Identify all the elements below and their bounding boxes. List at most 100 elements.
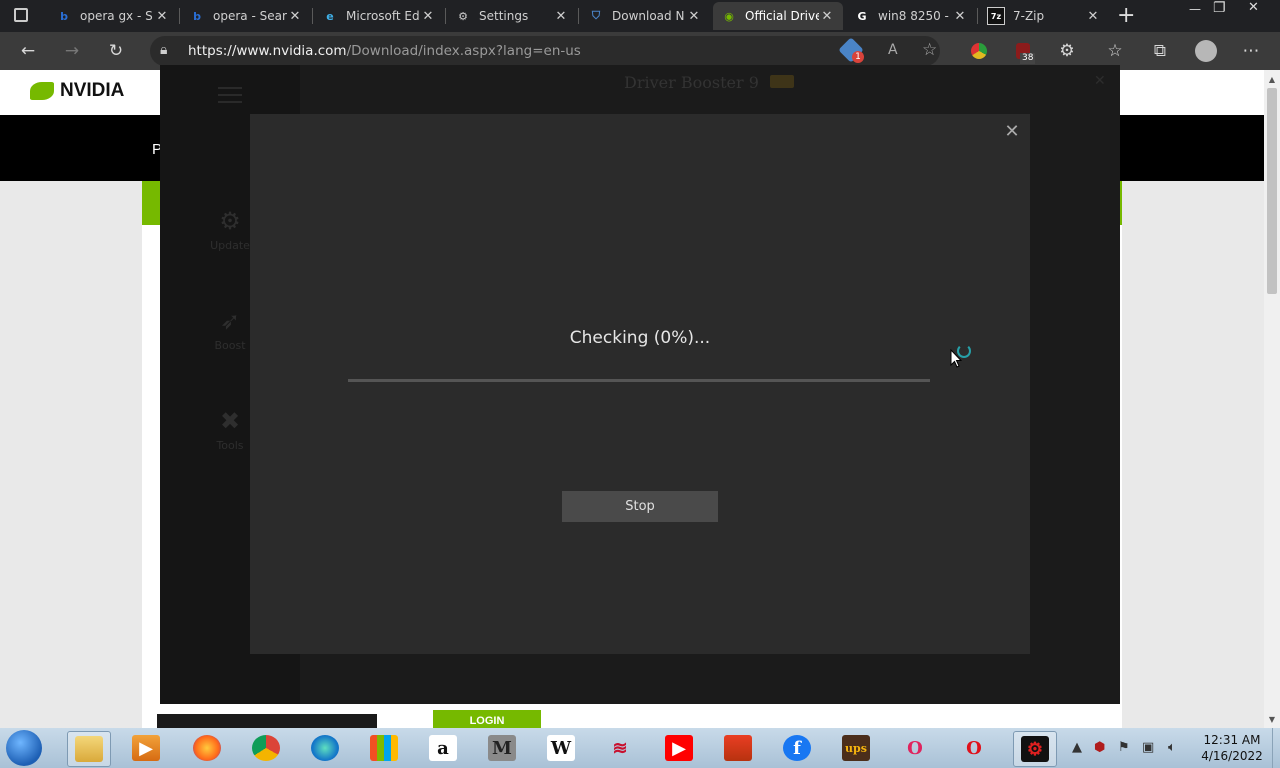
firefox-app-icon[interactable] [187, 732, 227, 764]
m-app-app-icon[interactable]: M [482, 732, 522, 764]
browser-tab[interactable]: 7z 7-Zip ✕ [979, 2, 1109, 30]
file-explorer-app-icon[interactable] [67, 731, 111, 767]
notification-badge: 1 [852, 51, 864, 63]
file-explorer-icon [75, 736, 103, 762]
new-tab-button[interactable]: + [1117, 3, 1135, 28]
browser-tab[interactable]: b opera - Sear ✕ [181, 2, 311, 30]
tab-actions-icon[interactable] [14, 8, 28, 22]
volume-muted-icon[interactable]: 🔈︎ [1168, 740, 1176, 755]
system-tray: ▲ ⬢ ⚑ ▣ 🔈︎ [1068, 728, 1198, 768]
tab-close-icon[interactable]: ✕ [1085, 9, 1101, 24]
nav-tools-label: Tools [216, 439, 244, 452]
scroll-down-arrow[interactable]: ▼ [1264, 712, 1280, 728]
forward-arrow-icon[interactable]: → [61, 40, 83, 62]
browser-tab[interactable]: Gwin8 8250 - ✕ [846, 2, 976, 30]
back-arrow-icon[interactable]: ← [17, 40, 39, 62]
media-player-icon: ▶ [132, 735, 160, 761]
tab-close-icon[interactable]: ✕ [952, 9, 968, 24]
restore-button[interactable]: ❐ [1213, 0, 1226, 16]
media-player-app-icon[interactable]: ▶ [126, 732, 166, 764]
browser-tab-strip: b opera gx - S ✕ b opera - Sear ✕ e Microsoft E… [0, 0, 1280, 32]
wikipedia-app-icon[interactable]: W [541, 732, 581, 764]
hamburger-menu-icon[interactable] [218, 87, 242, 103]
ups-app-icon[interactable]: ups [836, 732, 876, 764]
store-app-icon[interactable] [364, 732, 404, 764]
tab-close-icon[interactable]: ✕ [154, 9, 170, 24]
facebook-icon: f [783, 735, 811, 761]
refresh-icon[interactable]: ↻ [105, 40, 127, 62]
nav-boost-label: Boost [214, 339, 246, 352]
edge-icon [311, 735, 339, 761]
developer-banner [157, 714, 377, 728]
read-aloud-icon[interactable]: A [888, 42, 898, 58]
tab-separator [312, 8, 313, 24]
extensions-puzzle-icon[interactable]: ⚙ [1056, 40, 1078, 62]
nvidia-logo-text: NVIDIA [60, 80, 125, 101]
shield-icon: ⛉ [591, 9, 601, 22]
extension-globe-icon[interactable] [971, 43, 987, 59]
more-menu-icon[interactable]: ⋯ [1240, 40, 1262, 62]
youtube-app-icon[interactable]: ▶ [659, 732, 699, 764]
store-icon [370, 735, 398, 761]
chrome-app-icon[interactable] [246, 732, 286, 764]
url-text: https://www.nvidia.com/Download/index.as… [188, 43, 581, 59]
tab-close-icon[interactable]: ✕ [686, 9, 702, 24]
nvidia-eye-icon [30, 82, 54, 100]
facebook-app-icon[interactable]: f [777, 732, 817, 764]
firefox-icon [193, 735, 221, 761]
page-scrollbar[interactable]: ▲ ▼ [1264, 70, 1280, 728]
minimize-button[interactable]: — [1189, 2, 1201, 16]
opera-gx-app-icon[interactable]: O [895, 732, 935, 764]
login-button[interactable]: LOGIN [433, 710, 541, 728]
7zip-icon: 7z [987, 7, 1005, 25]
browser-tab[interactable]: ⚙ Settings ✕ [447, 2, 577, 30]
driver-booster-close-icon[interactable]: ✕ [1094, 73, 1106, 89]
network-icon[interactable]: ▣ [1142, 740, 1154, 755]
driver-booster-app-icon[interactable]: ⚙ [1013, 731, 1057, 767]
address-bar[interactable]: 🔒︎ https://www.nvidia.com/Download/index… [150, 36, 940, 66]
scroll-thumb[interactable] [1267, 88, 1277, 294]
nvidia-icon: ◉ [724, 9, 734, 23]
browser-tab[interactable]: ⛉ Download N ✕ [580, 2, 710, 30]
bank-of-america-app-icon[interactable]: ≋ [600, 732, 640, 764]
office-app-icon[interactable] [718, 732, 758, 764]
browser-tab[interactable]: e Microsoft Ed ✕ [314, 2, 444, 30]
tab-close-icon[interactable]: ✕ [553, 9, 569, 24]
dialog-close-icon[interactable]: ✕ [1002, 122, 1022, 142]
tab-close-icon[interactable]: ✕ [819, 9, 835, 24]
stop-button[interactable]: Stop [562, 491, 718, 522]
youtube-icon: ▶ [665, 735, 693, 761]
edge-app-icon[interactable] [305, 732, 345, 764]
checking-dialog: ✕ Checking (0%)... Stop [250, 114, 1030, 654]
clock-time: 12:31 AM [1203, 733, 1261, 747]
window-close-button[interactable]: ✕ [1248, 0, 1259, 15]
tab-separator [179, 8, 180, 24]
office-icon [724, 735, 752, 761]
edge-icon: e [326, 9, 334, 23]
tab-title: Microsoft Ed [346, 9, 420, 23]
start-button[interactable] [6, 730, 42, 766]
pro-badge [770, 75, 794, 88]
ups-icon: ups [842, 735, 870, 761]
tab-title: 7-Zip [1013, 9, 1045, 23]
browser-tab[interactable]: b opera gx - S ✕ [48, 2, 178, 30]
collections-icon[interactable]: ⧉ [1149, 40, 1171, 62]
profile-avatar[interactable] [1195, 40, 1217, 62]
show-desktop-button[interactable] [1272, 728, 1280, 768]
tray-app-icon[interactable]: ⬢ [1094, 740, 1105, 755]
tab-title: Download N [612, 9, 685, 23]
opera-app-icon[interactable]: O [954, 732, 994, 764]
scroll-up-arrow[interactable]: ▲ [1264, 72, 1280, 88]
action-center-flag-icon[interactable]: ⚑ [1118, 740, 1130, 755]
favorites-icon[interactable]: ☆ [1104, 40, 1126, 62]
tray-expand-icon[interactable]: ▲ [1072, 740, 1082, 755]
taskbar-clock[interactable]: 12:31 AM 4/16/2022 [1196, 732, 1268, 764]
windows-taskbar: ▶ a M W ≋ ▶ f ups O O ⚙ ▲ ⬢ ⚑ ▣ 🔈︎ 12:31 AM 4/16/2… [0, 728, 1280, 768]
browser-tab[interactable]: ◉ Official Drive ✕ [713, 2, 843, 30]
tab-separator [445, 8, 446, 24]
tab-close-icon[interactable]: ✕ [287, 9, 303, 24]
nvidia-logo[interactable]: NVIDIA [30, 80, 124, 102]
favorite-star-icon[interactable]: ☆ [922, 40, 937, 60]
tab-close-icon[interactable]: ✕ [420, 9, 436, 24]
amazon-app-icon[interactable]: a [423, 732, 463, 764]
